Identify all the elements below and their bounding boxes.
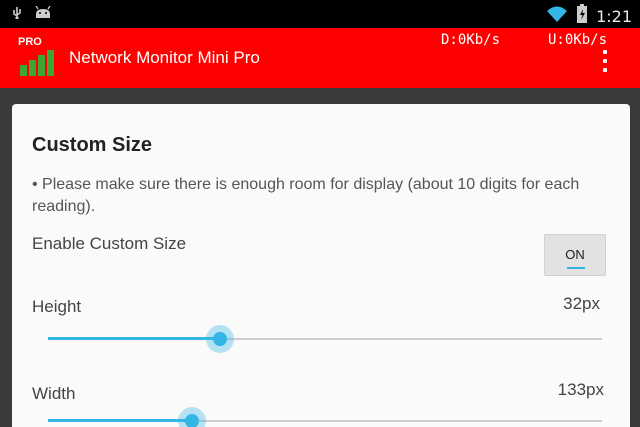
slider-fill [48, 419, 193, 422]
app-bar: PRO Network Monitor Mini Pro D:0Kb/s U:0… [0, 28, 640, 88]
room-note: • Please make sure there is enough room … [32, 176, 580, 215]
pro-badge: PRO [18, 36, 42, 48]
width-label: Width [32, 384, 76, 403]
custom-size-toggle[interactable]: ON [544, 234, 606, 276]
overflow-menu-icon[interactable] [600, 50, 610, 80]
android-icon [34, 6, 52, 20]
dialog-title: Custom Size [32, 134, 153, 156]
height-value: 32px [563, 294, 600, 313]
width-slider[interactable] [48, 406, 602, 427]
clock: 1:21 [596, 6, 632, 26]
app-icon: PRO [18, 36, 58, 78]
download-rate: D:0Kb/s [441, 32, 501, 48]
wifi-icon [546, 5, 568, 27]
slider-fill [48, 337, 220, 340]
height-slider[interactable] [48, 324, 602, 354]
app-title: Network Monitor Mini Pro [69, 48, 260, 67]
custom-size-dialog: Custom Size • Please make sure there is … [12, 104, 630, 427]
height-label: Height [32, 297, 82, 316]
slider-thumb[interactable] [205, 325, 234, 353]
usb-icon [10, 6, 24, 20]
battery-icon [576, 4, 588, 28]
width-value: 133px [557, 380, 604, 399]
toggle-label: ON [565, 247, 585, 262]
status-bar: 1:21 [0, 0, 640, 28]
slider-thumb[interactable] [178, 407, 207, 427]
upload-rate: U:0Kb/s [548, 32, 608, 48]
toggle-indicator [567, 267, 585, 269]
enable-custom-size-label: Enable Custom Size [32, 234, 187, 253]
signal-bars-icon [20, 50, 54, 76]
